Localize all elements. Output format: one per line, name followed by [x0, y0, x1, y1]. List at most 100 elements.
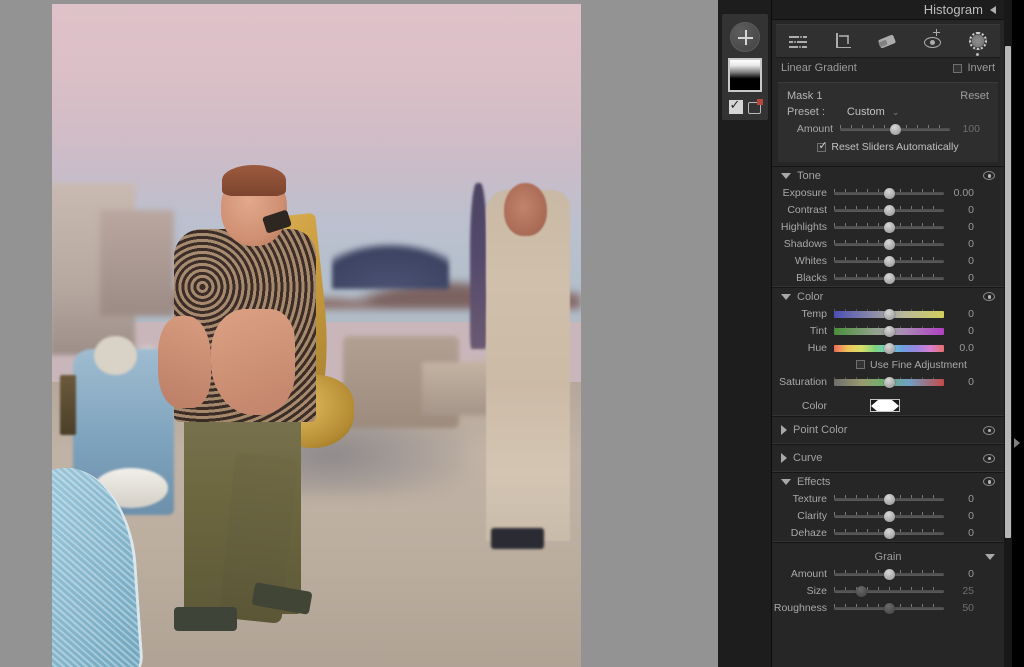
- tone-slider-list: Exposure0.00Contrast0Highlights0Shadows0…: [772, 184, 1004, 286]
- photo-canvas[interactable]: [52, 4, 581, 667]
- slider-handle[interactable]: [884, 273, 895, 284]
- triangle-right-icon: [781, 453, 787, 463]
- slider-handle[interactable]: [884, 377, 895, 388]
- chevron-down-icon[interactable]: ⌄: [892, 107, 900, 118]
- grain-section-header[interactable]: Grain: [772, 548, 1004, 565]
- slider-handle[interactable]: [884, 188, 895, 199]
- slider-value: 0: [944, 376, 978, 388]
- slider-label: Saturation: [772, 376, 834, 388]
- curve-section: Curve: [772, 444, 1004, 472]
- slider-dehaze[interactable]: [834, 527, 944, 539]
- red-eye-tool-icon[interactable]: [920, 29, 946, 53]
- slider-handle[interactable]: [884, 569, 895, 580]
- slider-value: 0: [944, 272, 978, 284]
- add-mask-button[interactable]: [730, 22, 760, 52]
- slider-temp[interactable]: [834, 308, 944, 320]
- healing-tool-icon[interactable]: [875, 29, 901, 53]
- mask-card-title-row: Mask 1 Reset: [778, 88, 998, 104]
- slider-handle[interactable]: [884, 239, 895, 250]
- color-section-header[interactable]: Color: [772, 288, 1004, 305]
- curve-section-header[interactable]: Curve: [772, 445, 1004, 471]
- slider-handle[interactable]: [884, 528, 895, 539]
- slider-handle[interactable]: [884, 603, 895, 614]
- slider-whites[interactable]: [834, 255, 944, 267]
- triangle-right-icon: [781, 425, 787, 435]
- slider-label: Shadows: [772, 238, 834, 250]
- slider-value: 0: [944, 204, 978, 216]
- triangle-down-icon: [781, 294, 791, 300]
- slider-size[interactable]: [834, 585, 944, 597]
- reset-sliders-checkbox[interactable]: [817, 143, 826, 152]
- crop-tool-icon[interactable]: [830, 29, 856, 53]
- slider-track: [834, 590, 944, 593]
- effects-section-header[interactable]: Effects: [772, 473, 1004, 490]
- slider-handle[interactable]: [884, 205, 895, 216]
- slider-contrast[interactable]: [834, 204, 944, 216]
- slider-amount[interactable]: [834, 568, 944, 580]
- slider-handle[interactable]: [884, 494, 895, 505]
- point-color-visibility-eye-icon[interactable]: [983, 426, 995, 435]
- invert-label: Invert: [967, 62, 995, 74]
- slider-label: Whites: [772, 255, 834, 267]
- color-section: Color Temp0Tint0Hue0.0 Use Fine Adjustme…: [772, 287, 1004, 416]
- fine-adjust-checkbox[interactable]: [856, 360, 865, 369]
- slider-saturation[interactable]: [834, 376, 944, 388]
- invert-checkbox[interactable]: [953, 64, 962, 73]
- reset-sliders-row[interactable]: Reset Sliders Automatically: [778, 138, 998, 156]
- collapse-panel-icon[interactable]: [990, 6, 996, 14]
- mask-name[interactable]: Mask 1: [787, 90, 822, 102]
- slider-shadows[interactable]: [834, 238, 944, 250]
- curve-visibility-eye-icon[interactable]: [983, 454, 995, 463]
- slider-hue[interactable]: [834, 342, 944, 354]
- slider-roughness[interactable]: [834, 602, 944, 614]
- slider-handle[interactable]: [856, 586, 867, 597]
- photo-man-in-suit-head: [504, 183, 546, 236]
- edit-tool-icon[interactable]: [785, 29, 811, 53]
- tone-section-header[interactable]: Tone: [772, 167, 1004, 184]
- photo-man-in-suit: [486, 190, 571, 541]
- masking-tool-icon[interactable]: [965, 29, 991, 53]
- color-visibility-eye-icon[interactable]: [983, 292, 995, 301]
- color-swatch[interactable]: [870, 399, 900, 412]
- color-slider-list-top: Temp0Tint0Hue0.0: [772, 305, 1004, 356]
- slider-blacks[interactable]: [834, 272, 944, 284]
- mask-thumbnail[interactable]: [728, 58, 762, 92]
- triangle-down-icon: [985, 554, 995, 560]
- show-overlay-checkbox[interactable]: [729, 100, 743, 114]
- mask-toolstrip-actions: [722, 100, 768, 114]
- slider-label: Texture: [772, 493, 834, 505]
- invert-control[interactable]: Invert: [953, 62, 995, 74]
- fine-adjust-row[interactable]: Use Fine Adjustment: [772, 356, 1004, 373]
- slider-handle[interactable]: [884, 222, 895, 233]
- tone-slider-row: Shadows0: [772, 235, 1004, 252]
- slider-tint[interactable]: [834, 325, 944, 337]
- amount-value: 100: [950, 123, 984, 135]
- slider-handle[interactable]: [884, 256, 895, 267]
- window-right-edge: [1012, 0, 1024, 667]
- slider-label: Roughness: [772, 602, 834, 614]
- image-viewport[interactable]: [0, 0, 718, 667]
- grain-slider-row: Amount0: [772, 565, 1004, 582]
- show-right-panel-arrow-icon[interactable]: [1014, 438, 1020, 448]
- duplicate-mask-icon[interactable]: [748, 100, 762, 114]
- grain-section: Grain Amount0Size25Roughness50: [772, 542, 1004, 616]
- point-color-section-header[interactable]: Point Color: [772, 417, 1004, 443]
- panel-scrollbar[interactable]: [1004, 0, 1012, 667]
- color-slider-row: Hue0.0: [772, 339, 1004, 356]
- slider-exposure[interactable]: [834, 187, 944, 199]
- slider-handle[interactable]: [884, 309, 895, 320]
- slider-handle[interactable]: [884, 326, 895, 337]
- amount-slider[interactable]: [840, 123, 950, 135]
- tone-visibility-eye-icon[interactable]: [983, 171, 995, 180]
- mask-reset-button[interactable]: Reset: [960, 90, 989, 102]
- panel-scrollbar-thumb[interactable]: [1005, 46, 1011, 538]
- slider-handle[interactable]: [890, 124, 901, 135]
- slider-highlights[interactable]: [834, 221, 944, 233]
- photo-musician-arm-right: [211, 309, 296, 415]
- slider-texture[interactable]: [834, 493, 944, 505]
- slider-handle[interactable]: [884, 343, 895, 354]
- preset-value[interactable]: Custom: [847, 106, 885, 118]
- slider-clarity[interactable]: [834, 510, 944, 522]
- slider-handle[interactable]: [884, 511, 895, 522]
- effects-visibility-eye-icon[interactable]: [983, 477, 995, 486]
